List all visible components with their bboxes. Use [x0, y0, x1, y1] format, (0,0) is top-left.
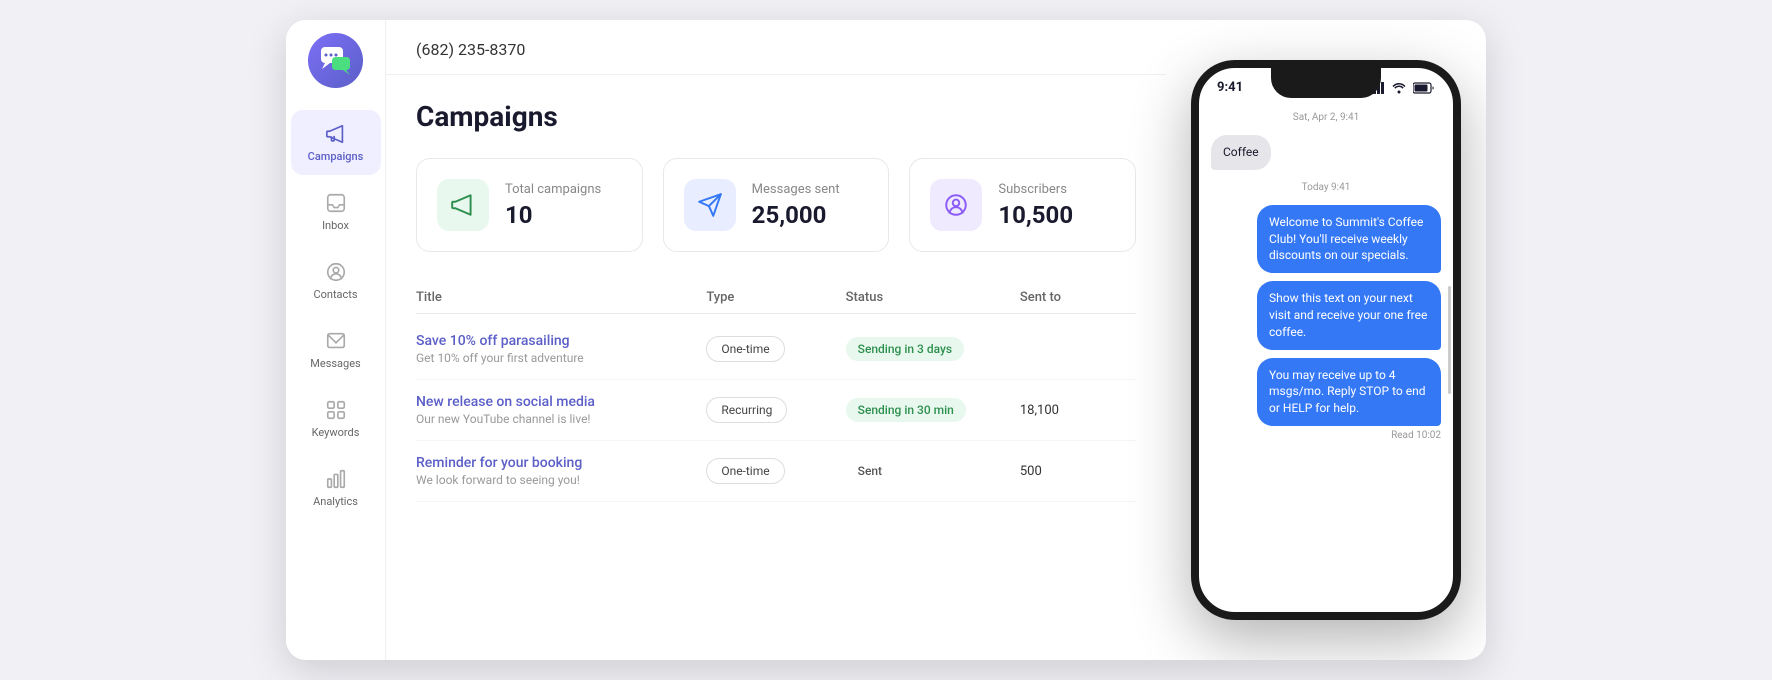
stats-row: Total campaigns 10 Messages sent 25,000 [416, 158, 1136, 252]
sidebar-label-campaigns: Campaigns [308, 150, 364, 163]
stat-card-subscribers: Subscribers 10,500 [909, 158, 1136, 252]
main-content: (682) 235-8370 Campaigns Total campaigns… [386, 20, 1166, 660]
type-badge-1: One-time [706, 336, 784, 362]
row-title-main-1[interactable]: Save 10% off parasailing [416, 333, 706, 349]
status-time: 9:41 [1217, 80, 1243, 95]
sidebar-item-keywords[interactable]: Keywords [291, 386, 381, 451]
msg-sent-3: You may receive up to 4 msgs/mo. Reply S… [1257, 358, 1441, 426]
phone-mockup: 9:41 [1191, 60, 1461, 620]
table-row: Save 10% off parasailing Get 10% off you… [416, 319, 1136, 380]
msg-sent-2: Show this text on your next visit and re… [1257, 281, 1441, 349]
table-header: Title Type Status Sent to [416, 282, 1136, 314]
top-bar: (682) 235-8370 [386, 20, 1166, 75]
status-badge-2: Sending in 30 min [846, 398, 966, 422]
header-title: Title [416, 290, 706, 305]
row-title-2: New release on social media Our new YouT… [416, 394, 706, 426]
app-logo[interactable] [306, 30, 366, 90]
sidebar-item-analytics[interactable]: Analytics [291, 455, 381, 520]
stat-info-campaigns: Total campaigns 10 [505, 182, 601, 229]
inbox-icon [324, 191, 348, 215]
phone-notch [1271, 68, 1381, 98]
sidebar-label-inbox: Inbox [322, 219, 349, 232]
sidebar-item-contacts[interactable]: Contacts [291, 248, 381, 313]
sent-to-2: 18,100 [1020, 403, 1136, 418]
type-badge-3: One-time [706, 458, 784, 484]
stat-icon-subscribers [930, 179, 982, 231]
type-badge-2: Recurring [706, 397, 787, 423]
stat-info-messages: Messages sent 25,000 [752, 182, 840, 229]
sidebar-label-keywords: Keywords [312, 426, 360, 439]
stat-card-messages-sent: Messages sent 25,000 [663, 158, 890, 252]
row-subtitle-1: Get 10% off your first adventure [416, 351, 706, 365]
phone-number: (682) 235-8370 [416, 40, 525, 59]
row-type-3: One-time [706, 458, 845, 484]
stat-icon-messages [684, 179, 736, 231]
row-subtitle-2: Our new YouTube channel is live! [416, 412, 706, 426]
msg-sent-1: Welcome to Summit's Coffee Club! You'll … [1257, 205, 1441, 273]
date-separator-sat: Sat, Apr 2, 9:41 [1211, 112, 1441, 123]
megaphone-icon [324, 122, 348, 146]
content-area: Campaigns Total campaigns 10 [386, 75, 1166, 660]
phone-scrollbar [1448, 286, 1451, 395]
stat-value-subscribers: 10,500 [998, 201, 1073, 229]
msg-received-coffee: Coffee [1211, 135, 1271, 170]
table-row: New release on social media Our new YouT… [416, 380, 1136, 441]
stat-icon-campaigns [437, 179, 489, 231]
header-status: Status [846, 290, 1020, 305]
stat-label-subscribers: Subscribers [998, 182, 1073, 197]
row-title-3: Reminder for your booking We look forwar… [416, 455, 706, 487]
row-status-1: Sending in 3 days [846, 337, 1020, 361]
date-separator-today: Today 9:41 [1211, 182, 1441, 193]
row-subtitle-3: We look forward to seeing you! [416, 473, 706, 487]
row-status-2: Sending in 30 min [846, 398, 1020, 422]
sidebar-item-campaigns[interactable]: Campaigns [291, 110, 381, 175]
stat-label-campaigns: Total campaigns [505, 182, 601, 197]
app-container: Campaigns Inbox Contacts [286, 20, 1486, 660]
read-receipt: Read 10:02 [1211, 430, 1441, 441]
stat-value-messages: 25,000 [752, 201, 840, 229]
sidebar-label-contacts: Contacts [313, 288, 357, 301]
row-title-main-3[interactable]: Reminder for your booking [416, 455, 706, 471]
contacts-icon [324, 260, 348, 284]
row-type-1: One-time [706, 336, 845, 362]
row-title-main-2[interactable]: New release on social media [416, 394, 706, 410]
sidebar-item-messages[interactable]: Messages [291, 317, 381, 382]
phone-messages: Sat, Apr 2, 9:41 Coffee Today 9:41 Welco… [1199, 100, 1453, 612]
header-sent-to: Sent to [1020, 290, 1136, 305]
sidebar: Campaigns Inbox Contacts [286, 20, 386, 660]
keywords-icon [324, 398, 348, 422]
table-row: Reminder for your booking We look forwar… [416, 441, 1136, 502]
sidebar-label-analytics: Analytics [313, 495, 358, 508]
stat-label-messages: Messages sent [752, 182, 840, 197]
page-title: Campaigns [416, 100, 1136, 133]
sent-to-3: 500 [1020, 464, 1136, 479]
header-type: Type [706, 290, 845, 305]
campaigns-table: Title Type Status Sent to Save 10% off p… [416, 282, 1136, 502]
row-title-1: Save 10% off parasailing Get 10% off you… [416, 333, 706, 365]
sidebar-item-inbox[interactable]: Inbox [291, 179, 381, 244]
phone-section: 9:41 [1166, 20, 1486, 660]
row-status-3: Sent [846, 459, 1020, 483]
analytics-icon [324, 467, 348, 491]
sidebar-label-messages: Messages [310, 357, 360, 370]
status-badge-1: Sending in 3 days [846, 337, 964, 361]
messages-icon [324, 329, 348, 353]
stat-card-total-campaigns: Total campaigns 10 [416, 158, 643, 252]
status-badge-3: Sent [846, 459, 894, 483]
row-type-2: Recurring [706, 397, 845, 423]
stat-info-subscribers: Subscribers 10,500 [998, 182, 1073, 229]
stat-value-campaigns: 10 [505, 201, 601, 229]
